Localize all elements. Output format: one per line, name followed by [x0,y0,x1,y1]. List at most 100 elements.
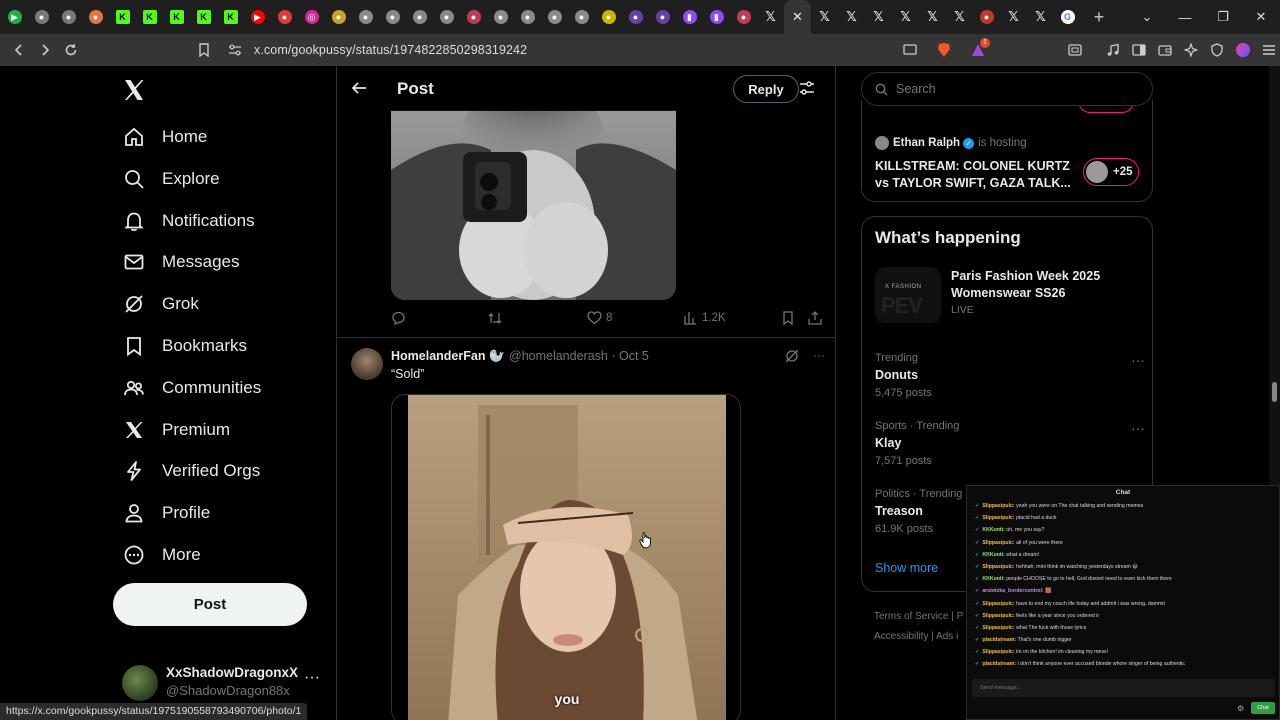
browser-tab[interactable]: ● [487,0,514,34]
bookmark-page-icon[interactable] [191,37,217,63]
listeners-pill[interactable]: +25 [1083,158,1139,186]
menu-icon[interactable] [1256,37,1280,63]
account-switcher[interactable]: XxShadowDragonxX @ShadowDragon88x ··· [122,663,322,703]
nav-item-home[interactable]: Home [122,123,207,151]
chat-input[interactable]: Send message... [972,679,1275,697]
back-button[interactable] [6,37,32,63]
brave-rewards-icon[interactable]: 1 [965,37,991,63]
chat-username[interactable]: Slippasipulc: [982,564,1014,570]
browser-tab[interactable]: K [109,0,136,34]
brave-shield-icon[interactable] [931,37,957,63]
leo-ai-icon[interactable] [1178,37,1204,63]
browser-tab[interactable]: 𝕏 [919,0,946,34]
browser-tab[interactable]: ● [325,0,352,34]
browser-tab[interactable]: ● [352,0,379,34]
restore-button[interactable]: ❐ [1204,0,1242,34]
nav-item-bookmarks[interactable]: Bookmarks [122,332,247,360]
browser-tab[interactable]: G [1054,0,1081,34]
reload-button[interactable] [58,37,84,63]
grok-icon[interactable] [785,349,799,363]
tweet-image[interactable] [391,110,676,300]
nav-item-messages[interactable]: Messages [122,248,239,276]
chat-username[interactable]: placidstream: [982,661,1016,667]
chat-username[interactable]: Slippasipulc: [982,540,1014,546]
browser-tab[interactable]: ● [460,0,487,34]
browser-tab[interactable]: ● [55,0,82,34]
new-tab-button[interactable]: + [1085,3,1113,31]
browser-tab[interactable]: ● [622,0,649,34]
more-dots-icon[interactable]: ··· [304,669,320,687]
close-window-button[interactable]: ✕ [1242,0,1280,34]
browser-tab[interactable]: ● [973,0,1000,34]
browser-tab[interactable]: K [190,0,217,34]
browser-tab[interactable]: ● [379,0,406,34]
chat-username[interactable]: Slippasipulc: [982,515,1014,521]
views-button[interactable]: 1.2K [683,311,726,325]
back-arrow-icon[interactable] [351,80,367,96]
nav-item-communities[interactable]: Communities [122,374,261,402]
search-box[interactable]: Search [861,72,1153,106]
chat-username[interactable]: KKKonti: [982,527,1004,533]
more-dots-icon[interactable]: ··· [1131,352,1145,368]
chat-username[interactable]: KKKonti: [982,576,1004,582]
chat-username[interactable]: Slippasipulc: [982,613,1014,619]
post-button[interactable]: Post [113,583,307,626]
browser-tab[interactable]: 𝕏 [838,0,865,34]
browser-tab[interactable]: 𝕏 [757,0,784,34]
more-dots-icon[interactable]: ··· [1131,420,1145,436]
browser-tab[interactable]: ● [82,0,109,34]
browser-tab[interactable]: 𝕏 [1000,0,1027,34]
browser-tab[interactable]: ● [541,0,568,34]
screenshot-icon[interactable] [1062,37,1088,63]
minimize-button[interactable]: — [1166,0,1204,34]
scroll-thumb[interactable] [1272,382,1277,402]
filter-icon[interactable] [799,80,815,96]
browser-tab[interactable]: 𝕏 [1027,0,1054,34]
chat-username[interactable]: Slippasipulc: [982,503,1014,509]
show-more-link[interactable]: Show more [875,561,938,575]
bookmark-icon[interactable] [782,311,794,325]
wallet-icon[interactable] [1152,37,1178,63]
sidebar-toggle-icon[interactable] [1126,37,1152,63]
reply-icon[interactable] [391,311,406,325]
forward-button[interactable] [32,37,58,63]
browser-tab[interactable]: ● [568,0,595,34]
vpn-icon[interactable] [1204,37,1230,63]
tweet-author-handle[interactable]: @homelanderash · Oct 5 [509,349,649,363]
event-title[interactable]: Paris Fashion Week 2025 Womenswear SS26 [951,268,1141,301]
browser-tab[interactable]: ● [406,0,433,34]
browser-tab[interactable]: ● [433,0,460,34]
gear-icon[interactable]: ⚙ [1237,704,1244,713]
browser-tab[interactable]: ▶ [1,0,28,34]
nav-item-notifications[interactable]: Notifications [122,207,255,235]
address-bar[interactable]: x.com/gookpussy/status/19748228502983192… [224,38,926,62]
browser-tab[interactable]: K [136,0,163,34]
browser-tab[interactable]: K [217,0,244,34]
nav-item-profile[interactable]: Profile [122,499,210,527]
music-icon[interactable] [1100,37,1126,63]
browser-tab[interactable]: 𝕏 [892,0,919,34]
chat-username[interactable]: Slippasipulc: [982,625,1014,631]
nav-item-grok[interactable]: Grok [122,290,199,318]
share-icon[interactable] [808,311,822,325]
browser-tab[interactable]: 𝕏 [865,0,892,34]
live-space-card[interactable]: Ethan Ralph ✓ is hosting KILLSTREAM: COL… [861,100,1153,202]
like-button[interactable]: 8 [587,311,612,325]
video-frame[interactable]: you [408,395,726,720]
browser-tab[interactable]: ▮ [676,0,703,34]
reply-button[interactable]: Reply [733,75,799,103]
browser-tab[interactable]: K [163,0,190,34]
x-logo-icon[interactable] [122,78,148,104]
host-name[interactable]: Ethan Ralph [893,137,960,149]
browser-tab[interactable]: ● [271,0,298,34]
browser-tab[interactable]: ▶ [244,0,271,34]
chat-username[interactable]: arstotzka_bordercontrol: [982,588,1043,594]
more-dots-icon[interactable]: ··· [813,349,825,363]
event-thumbnail[interactable]: X FASHION PEV [875,267,941,323]
browser-tab[interactable]: ● [730,0,757,34]
space-title[interactable]: KILLSTREAM: COLONEL KURTZ vs TAYLOR SWIF… [875,158,1075,192]
nav-item-more[interactable]: More [122,541,201,569]
browser-tab[interactable]: ● [514,0,541,34]
browser-tab[interactable]: ◎ [298,0,325,34]
trend-item[interactable]: Trending Donuts 5,475 posts ··· [875,352,1145,399]
